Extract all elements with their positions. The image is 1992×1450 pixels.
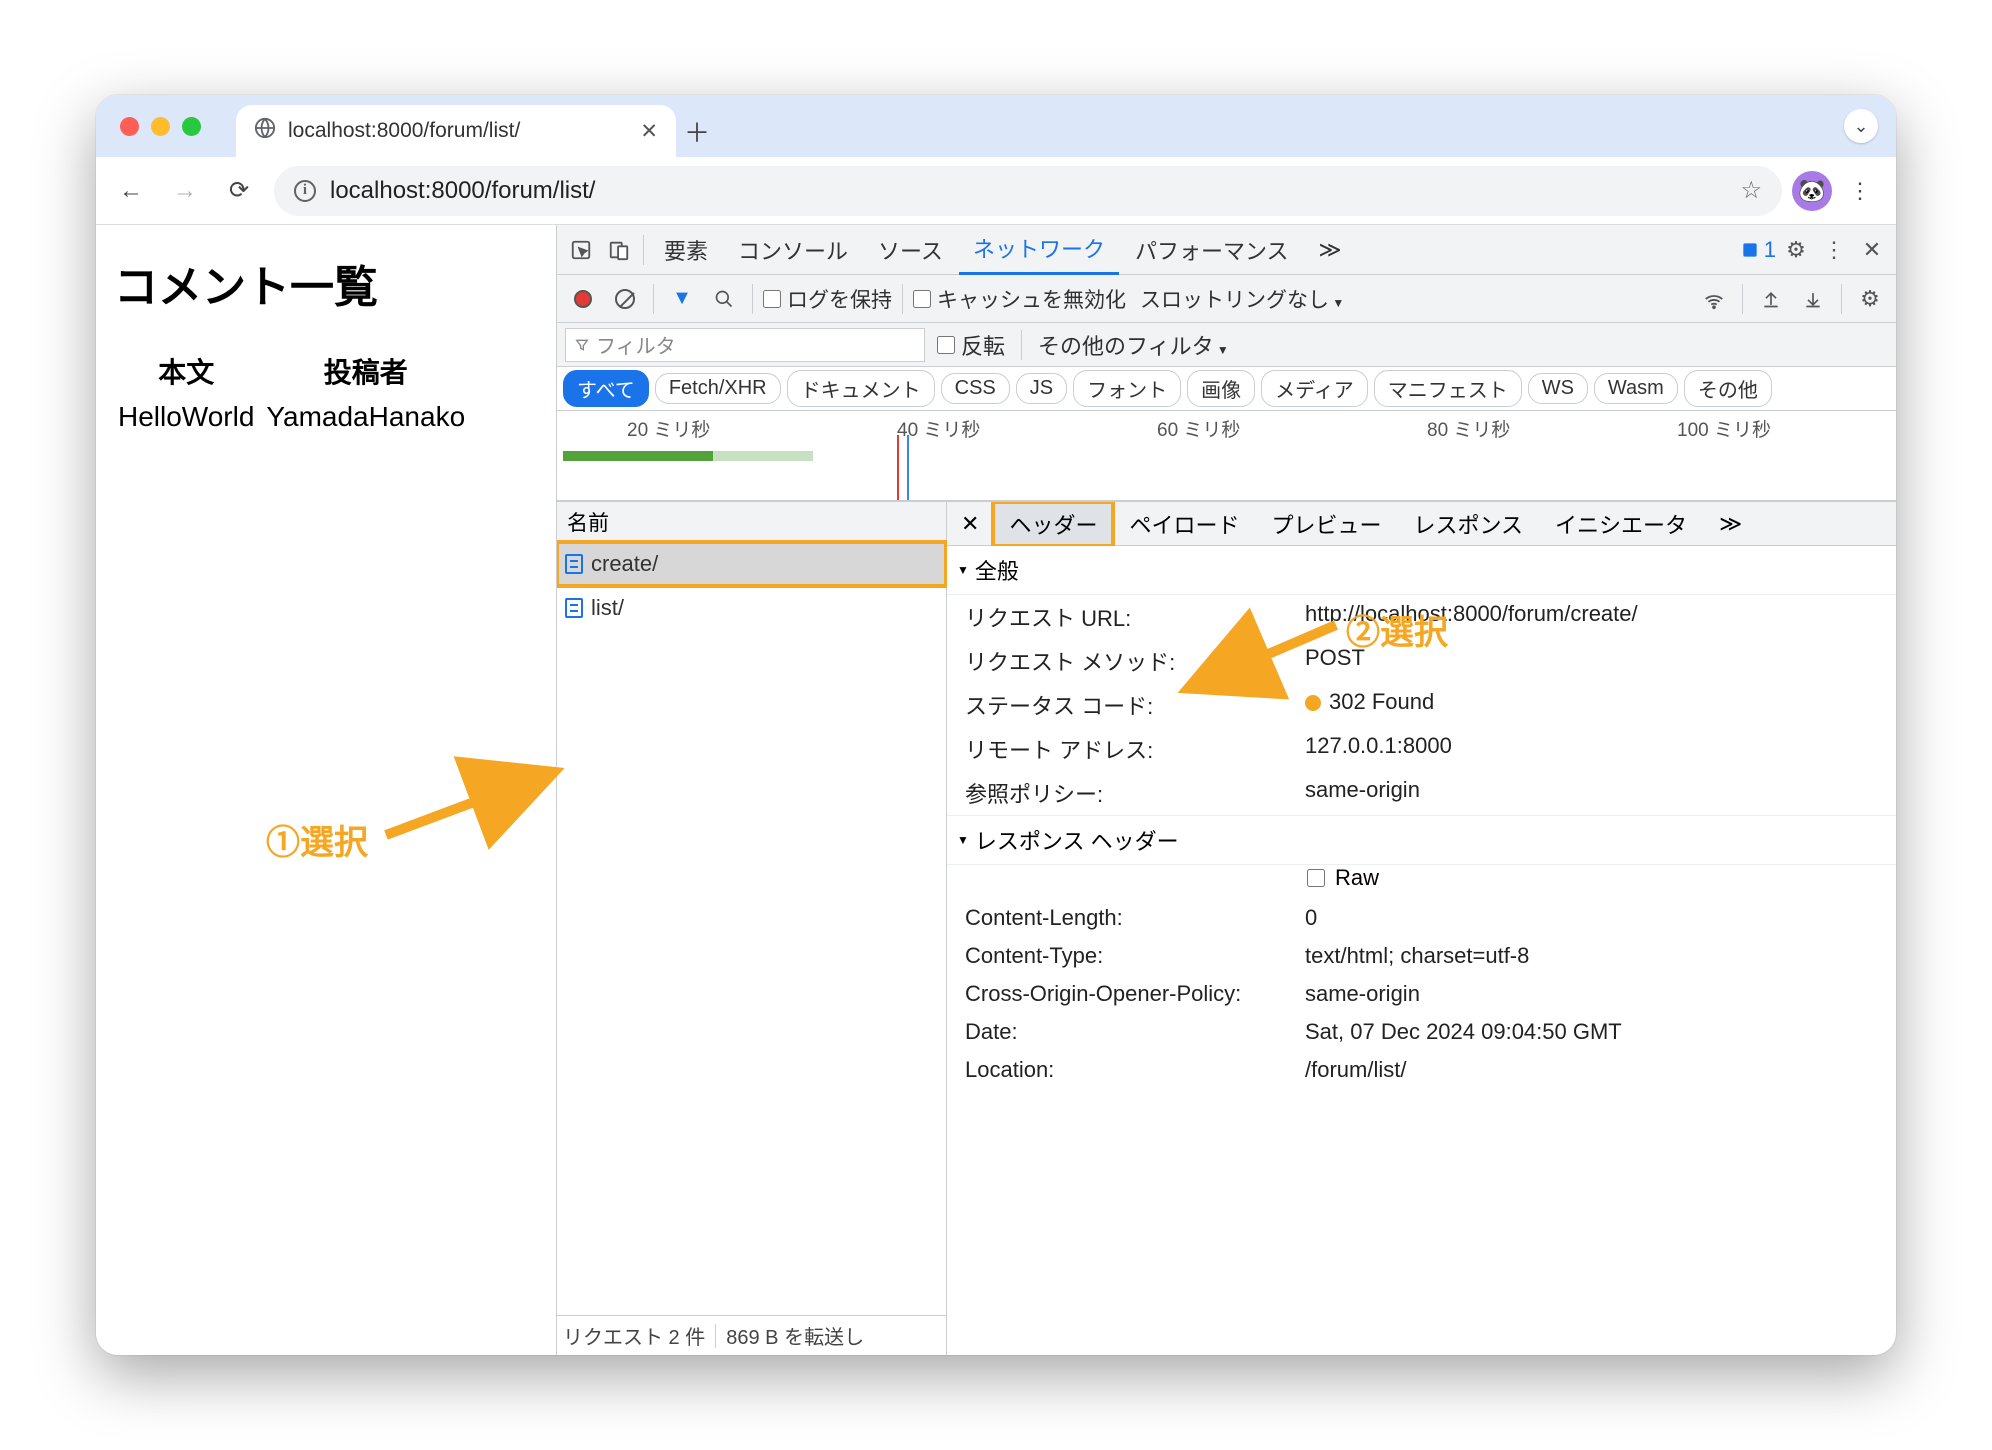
raw-toggle[interactable]: Raw [947,865,1896,899]
section-response-headers[interactable]: ▼レスポンス ヘッダー [947,815,1896,865]
chip-manifest[interactable]: マニフェスト [1374,370,1522,407]
issues-counter[interactable]: 1 [1740,237,1776,263]
devtools-tab-bar: 要素 コンソール ソース ネットワーク パフォーマンス ≫ 1 ⚙ ⋮ ✕ [557,225,1896,275]
request-list: 名前 create/ list/ リクエスト 2 件 869 B を転送し [557,502,947,1355]
chip-font[interactable]: フォント [1073,370,1181,407]
detail-tab-more[interactable]: ≫ [1703,505,1758,543]
tab-network[interactable]: ネットワーク [959,225,1119,275]
chip-fetch[interactable]: Fetch/XHR [655,373,781,404]
network-conditions-icon[interactable] [1696,281,1732,317]
search-icon[interactable] [706,281,742,317]
request-status-bar: リクエスト 2 件 869 B を転送し [557,1315,946,1355]
download-har-icon[interactable] [1795,281,1831,317]
preserve-log-checkbox[interactable]: ログを保持 [763,284,892,314]
chip-media[interactable]: メディア [1261,370,1368,407]
upload-har-icon[interactable] [1753,281,1789,317]
filter-toggle-icon[interactable]: ▼ [664,281,700,317]
zoom-window-button[interactable] [182,117,201,136]
cell-body: HelloWorld [112,397,260,437]
detail-tab-bar: ✕ ヘッダー ペイロード プレビュー レスポンス イニシエータ ≫ [947,502,1896,546]
request-type-chips: すべて Fetch/XHR ドキュメント CSS JS フォント 画像 メディア… [557,367,1896,411]
detail-tab-payload[interactable]: ペイロード [1113,502,1255,546]
tab-sources[interactable]: ソース [864,226,957,274]
tab-console[interactable]: コンソール [724,226,862,274]
traffic-lights [120,117,201,136]
section-general[interactable]: ▼全般 [947,546,1896,595]
tab-title: localhost:8000/forum/list/ [288,119,628,143]
detail-body: ▼全般 リクエスト URL:http://localhost:8000/foru… [947,546,1896,1355]
tab-strip: localhost:8000/forum/list/ ✕ ＋ ⌄ [96,95,1896,157]
omnibox[interactable]: i localhost:8000/forum/list/ ☆ [274,166,1782,216]
table-row: HelloWorld YamadaHanako [112,397,471,437]
more-filters[interactable]: その他のフィルタ [1038,329,1229,361]
network-filter-row: フィルタ 反転 その他のフィルタ [557,323,1896,367]
browser-tab[interactable]: localhost:8000/forum/list/ ✕ [236,105,676,157]
device-toolbar-icon[interactable] [601,232,637,268]
browser-menu-button[interactable]: ⋮ [1836,166,1886,216]
filter-input[interactable]: フィルタ [565,328,925,362]
request-list-header: 名前 [557,502,946,542]
document-icon [565,598,583,618]
tab-elements[interactable]: 要素 [650,226,722,274]
chip-wasm[interactable]: Wasm [1594,373,1678,404]
page-heading: コメント一覧 [114,251,548,315]
comments-table: 本文 投稿者 HelloWorld YamadaHanako [112,345,471,437]
network-split: 名前 create/ list/ リクエスト 2 件 869 B を転送し [557,501,1896,1355]
document-icon [565,554,583,574]
devtools-settings-icon[interactable]: ⚙ [1778,232,1814,268]
cell-author: YamadaHanako [260,397,471,437]
clear-button[interactable] [607,281,643,317]
chip-all[interactable]: すべて [563,370,649,407]
globe-icon [254,117,276,145]
disable-cache-checkbox[interactable]: キャッシュを無効化 [913,284,1126,314]
tab-performance[interactable]: パフォーマンス [1121,226,1303,274]
col-author: 投稿者 [260,345,471,397]
record-button[interactable] [565,281,601,317]
devtools-panel: 要素 コンソール ソース ネットワーク パフォーマンス ≫ 1 ⚙ ⋮ ✕ ▼ [556,225,1896,1355]
forward-button[interactable]: → [160,166,210,216]
window-dropdown-button[interactable]: ⌄ [1844,109,1878,143]
bookmark-star-icon[interactable]: ☆ [1740,176,1762,205]
devtools-menu-icon[interactable]: ⋮ [1816,232,1852,268]
network-settings-icon[interactable]: ⚙ [1852,281,1888,317]
request-item-list[interactable]: list/ [557,586,946,630]
close-tab-icon[interactable]: ✕ [640,119,658,144]
chip-other[interactable]: その他 [1684,370,1772,407]
rendered-page: コメント一覧 本文 投稿者 HelloWorld YamadaHanako [96,225,556,1355]
close-window-button[interactable] [120,117,139,136]
back-button[interactable]: ← [106,166,156,216]
chip-ws[interactable]: WS [1528,373,1588,404]
status-dot-icon [1305,695,1321,711]
waterfall-overview[interactable]: 20 ミリ秒 40 ミリ秒 60 ミリ秒 80 ミリ秒 100 ミリ秒 [557,411,1896,501]
col-body: 本文 [112,345,260,397]
url-text: localhost:8000/forum/list/ [330,177,595,205]
detail-tab-preview[interactable]: プレビュー [1255,502,1397,546]
new-tab-button[interactable]: ＋ [684,105,710,157]
detail-tab-headers[interactable]: ヘッダー [993,502,1113,546]
detail-tab-initiator[interactable]: イニシエータ [1539,502,1703,546]
network-toolbar: ▼ ログを保持 キャッシュを無効化 スロットリングなし [557,275,1896,323]
chip-js[interactable]: JS [1016,373,1067,404]
invert-checkbox[interactable]: 反転 [937,329,1005,361]
minimize-window-button[interactable] [151,117,170,136]
address-bar: ← → ⟳ i localhost:8000/forum/list/ ☆ 🐼 ⋮ [96,157,1896,225]
request-item-create[interactable]: create/ [557,542,946,586]
devtools-close-icon[interactable]: ✕ [1854,232,1890,268]
chip-doc[interactable]: ドキュメント [787,370,935,407]
content-area: コメント一覧 本文 投稿者 HelloWorld YamadaHanako [96,225,1896,1355]
profile-avatar[interactable]: 🐼 [1792,171,1832,211]
request-detail-pane: ✕ ヘッダー ペイロード プレビュー レスポンス イニシエータ ≫ ▼全般 リク… [947,502,1896,1355]
close-detail-icon[interactable]: ✕ [947,505,993,543]
browser-window: localhost:8000/forum/list/ ✕ ＋ ⌄ ← → ⟳ i… [96,95,1896,1355]
chip-img[interactable]: 画像 [1187,370,1255,407]
site-info-icon[interactable]: i [294,180,316,202]
tab-more[interactable]: ≫ [1305,229,1356,271]
chip-css[interactable]: CSS [941,373,1010,404]
detail-tab-response[interactable]: レスポンス [1397,502,1539,546]
reload-button[interactable]: ⟳ [214,166,264,216]
throttling-select[interactable]: スロットリングなし [1140,284,1344,314]
inspect-icon[interactable] [563,232,599,268]
